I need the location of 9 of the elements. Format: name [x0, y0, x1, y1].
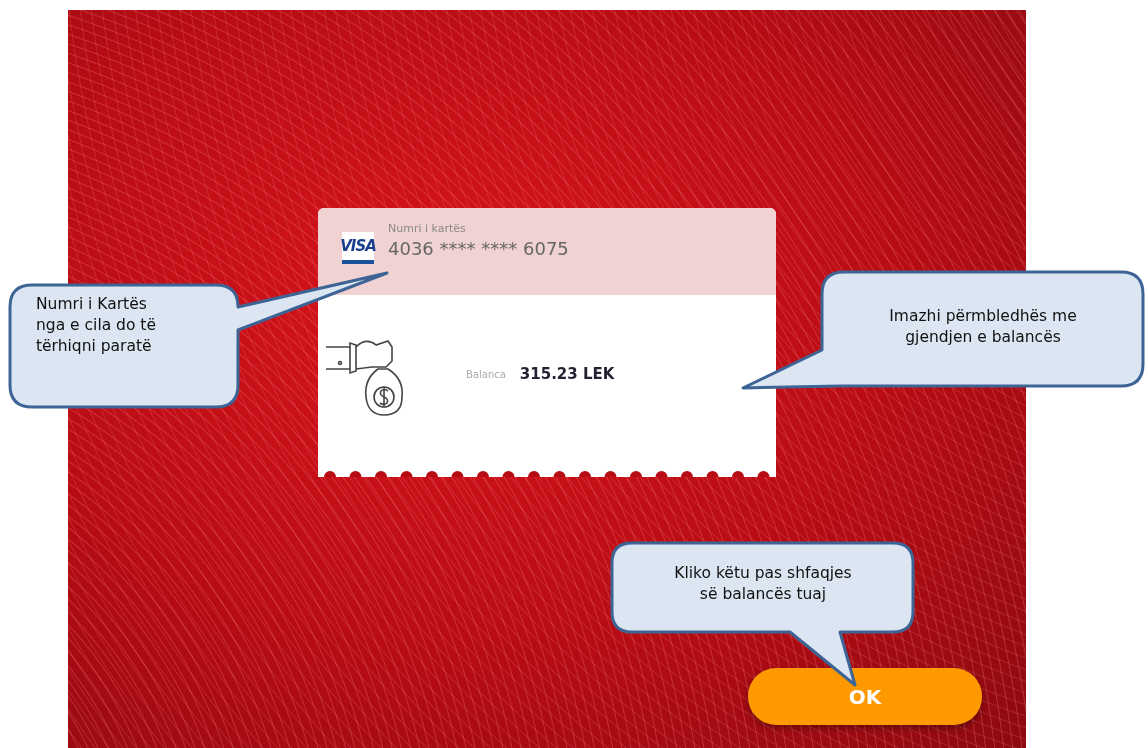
callout-text: Imazhi përmbledhës me gjendjen e balancës — [888, 306, 1078, 348]
balance-label: Balanca — [466, 368, 506, 380]
callout-text: Kliko këtu pas shfaqjes së balancës tuaj — [673, 563, 853, 605]
balance-amount: 315.23 LEK — [519, 365, 615, 383]
ok-button[interactable]: OK — [748, 668, 982, 725]
visa-logo: VISA — [342, 232, 374, 264]
callout-text: Numri i Kartës nga e cila do të tërhiqni paratë — [36, 294, 157, 357]
card-number-label: Numri i kartës — [388, 222, 467, 235]
card-number: 4036 **** **** 6075 — [388, 238, 569, 259]
